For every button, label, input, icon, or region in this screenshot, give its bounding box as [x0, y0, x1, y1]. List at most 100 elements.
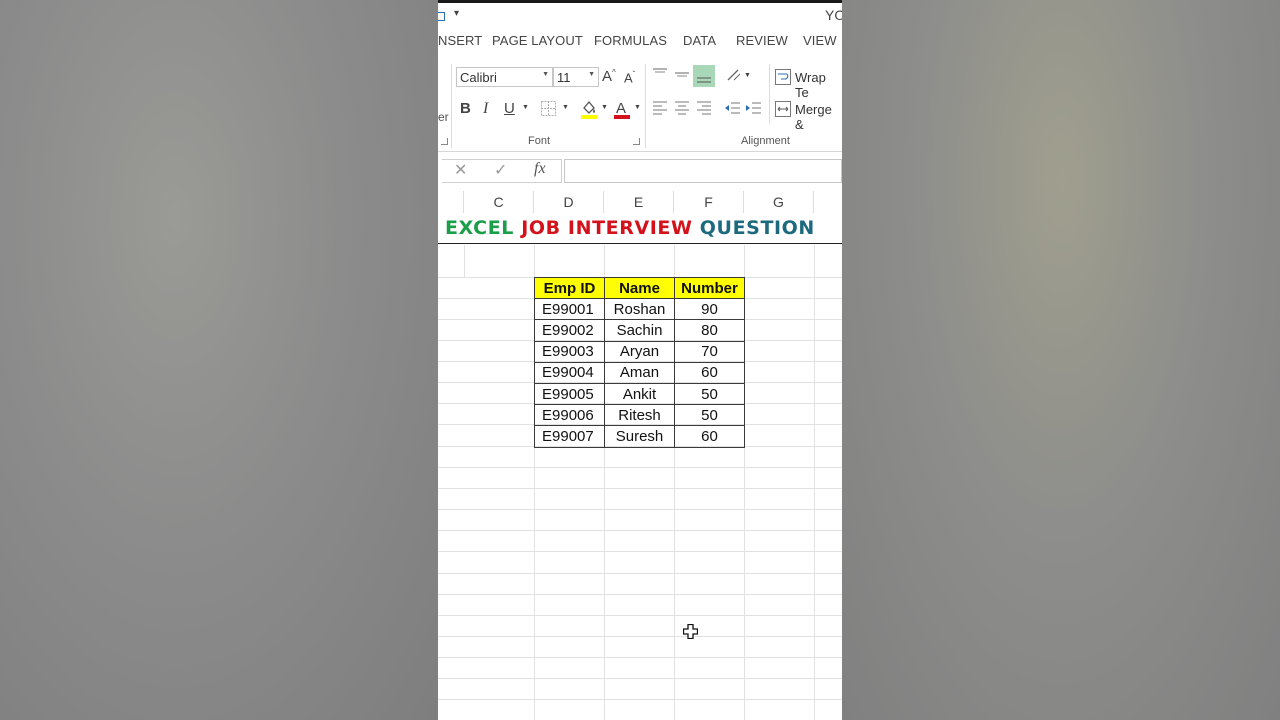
font-name-dropdown-icon[interactable]: ▼ [542, 71, 549, 78]
grid-hline [438, 699, 842, 700]
tab-view[interactable]: VIEW [803, 33, 837, 48]
formula-input[interactable] [564, 159, 842, 183]
increase-font-size-icon[interactable]: A^ [602, 68, 616, 85]
bold-icon[interactable]: B [460, 100, 471, 117]
cell-name[interactable]: Aman [604, 361, 675, 384]
decrease-indent-icon[interactable] [724, 101, 741, 115]
column-header-h[interactable] [814, 191, 842, 213]
column-header-e[interactable]: E [604, 191, 674, 213]
quick-access-icon[interactable] [438, 12, 445, 21]
grid-hline [438, 657, 842, 658]
cell-emp-id[interactable]: E99003 [534, 340, 605, 363]
cell-number[interactable]: 60 [674, 361, 745, 384]
cancel-entry-icon[interactable]: ✕ [454, 160, 467, 180]
worksheet-grid[interactable]: C D E F G EXCEL JOB INTERVIEW QUESTION E… [438, 191, 842, 720]
clipboard-dialog-launcher-icon[interactable] [441, 138, 448, 145]
wrap-text-label[interactable]: Wrap Te [795, 70, 842, 100]
customize-qat-chevron-icon[interactable]: ▾ [454, 8, 459, 19]
align-right-icon[interactable] [696, 101, 712, 115]
cell-name[interactable]: Sachin [604, 319, 675, 342]
ribbon-tabs: NSERT PAGE LAYOUT FORMULAS DATA REVIEW V… [438, 33, 842, 49]
increase-indent-icon[interactable] [745, 101, 762, 115]
formula-bar: ✕ ✓ fx [438, 157, 842, 185]
title-banner: EXCEL JOB INTERVIEW QUESTION [438, 214, 842, 244]
column-header-c[interactable]: C [464, 191, 534, 213]
column-header-b[interactable] [438, 191, 464, 213]
alignment-group-label: Alignment [741, 135, 790, 147]
table-row: E99001 Roshan 90 [534, 298, 745, 321]
font-size-value: 11 [557, 70, 571, 85]
borders-dropdown-icon[interactable]: ▼ [562, 104, 569, 111]
column-header-row: C D E F G [438, 191, 842, 213]
cell-emp-id[interactable]: E99001 [534, 298, 605, 321]
banner-word-question: QUESTION [699, 217, 815, 239]
clipboard-group-label-partial: er [438, 110, 449, 124]
middle-align-icon[interactable] [674, 67, 690, 81]
decrease-font-size-icon[interactable]: Aˇ [624, 70, 635, 85]
cell-number[interactable]: 70 [674, 340, 745, 363]
column-header-d[interactable]: D [534, 191, 604, 213]
orientation-icon[interactable] [726, 68, 742, 82]
align-left-icon[interactable] [652, 101, 668, 115]
bottom-align-icon[interactable] [693, 65, 715, 87]
borders-icon[interactable] [541, 101, 556, 116]
cell-name[interactable]: Ritesh [604, 404, 675, 427]
merge-center-label[interactable]: Merge & [795, 102, 842, 132]
tab-insert[interactable]: NSERT [438, 33, 482, 48]
grid-hline [438, 467, 842, 468]
grid-hline [438, 530, 842, 531]
cell-number[interactable]: 50 [674, 404, 745, 427]
group-separator [645, 64, 646, 148]
grid-hline [438, 678, 842, 679]
cell-emp-id[interactable]: E99005 [534, 382, 605, 406]
grid-hline [438, 615, 842, 616]
column-header-g[interactable]: G [744, 191, 814, 213]
column-header-f[interactable]: F [674, 191, 744, 213]
group-separator [451, 64, 452, 148]
cell-name[interactable]: Suresh [604, 425, 675, 448]
wrap-text-icon[interactable] [775, 69, 791, 85]
grid-hline [438, 594, 842, 595]
italic-icon[interactable]: I [483, 100, 488, 118]
cell-emp-id[interactable]: E99007 [534, 425, 605, 448]
tab-page-layout[interactable]: PAGE LAYOUT [492, 33, 583, 48]
underline-icon[interactable]: U [504, 100, 515, 117]
top-align-icon[interactable] [652, 67, 668, 81]
insert-function-icon[interactable]: fx [534, 160, 546, 178]
font-name-value: Calibri [460, 70, 497, 85]
header-name[interactable]: Name [604, 276, 675, 300]
banner-word-job-interview: JOB INTERVIEW [521, 217, 693, 239]
cell-number[interactable]: 80 [674, 319, 745, 342]
align-center-icon[interactable] [674, 101, 690, 115]
font-color-dropdown-icon[interactable]: ▼ [634, 104, 641, 111]
cell-emp-id[interactable]: E99006 [534, 404, 605, 427]
cell-emp-id[interactable]: E99004 [534, 361, 605, 384]
ribbon: er Calibri ▼ 11 ▼ A^ Aˇ B I U ▼ ▼ ▼ A ▼ … [438, 56, 842, 152]
cell-number[interactable]: 60 [674, 425, 745, 448]
cell-emp-id[interactable]: E99002 [534, 319, 605, 342]
header-emp-id[interactable]: Emp ID [534, 276, 605, 300]
tab-data[interactable]: DATA [683, 33, 716, 48]
table-row: E99002 Sachin 80 [534, 319, 745, 342]
font-dialog-launcher-icon[interactable] [633, 138, 640, 145]
merge-center-icon[interactable] [775, 101, 791, 117]
underline-dropdown-icon[interactable]: ▼ [522, 104, 529, 111]
tab-review[interactable]: REVIEW [736, 33, 788, 48]
fill-color-dropdown-icon[interactable]: ▼ [601, 104, 608, 111]
font-size-dropdown-icon[interactable]: ▼ [588, 71, 595, 78]
font-color-icon[interactable]: A [613, 99, 631, 119]
background-blur-right [842, 0, 1280, 720]
cell-name[interactable]: Aryan [604, 340, 675, 363]
cell-name[interactable]: Ankit [604, 382, 675, 406]
font-size-combobox[interactable]: 11 ▼ [553, 67, 599, 87]
font-name-combobox[interactable]: Calibri ▼ [456, 67, 553, 87]
enter-entry-icon[interactable]: ✓ [494, 160, 507, 180]
orientation-dropdown-icon[interactable]: ▼ [744, 72, 751, 79]
cell-number[interactable]: 90 [674, 298, 745, 321]
header-number[interactable]: Number [674, 276, 745, 300]
cell-number[interactable]: 50 [674, 382, 745, 406]
cell-name[interactable]: Roshan [604, 298, 675, 321]
group-separator [769, 64, 770, 124]
fill-color-icon[interactable] [580, 99, 598, 119]
tab-formulas[interactable]: FORMULAS [594, 33, 667, 48]
